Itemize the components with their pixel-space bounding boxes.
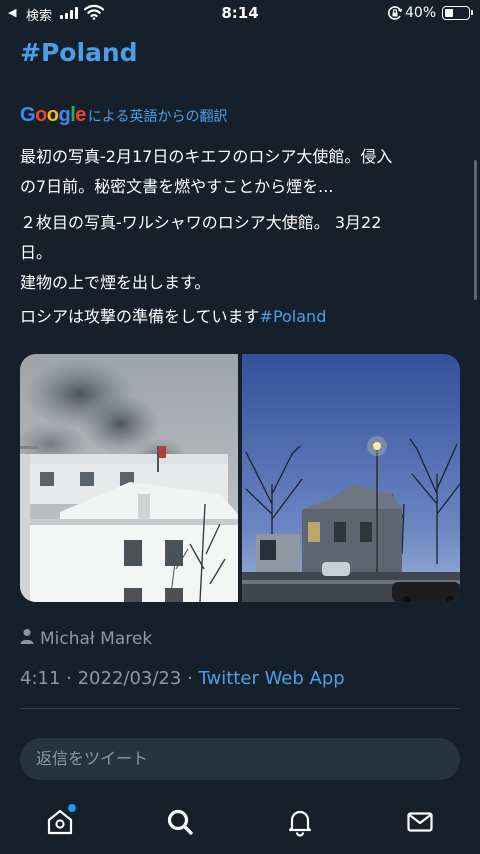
tweet-text-line: の7日前。秘密文書を燃やすことから煙を... xyxy=(20,177,334,196)
google-logo-letter: o xyxy=(35,104,47,126)
separator-dot: · xyxy=(181,668,199,689)
google-logo-letter: e xyxy=(75,104,86,126)
status-bar: ◀ 検索 8:14 40% xyxy=(0,0,480,28)
hashtag-link-poland-inline[interactable]: #Poland xyxy=(260,307,327,326)
person-icon xyxy=(20,628,34,649)
google-logo-letter: G xyxy=(20,104,36,126)
separator-dot: · xyxy=(60,668,78,689)
photo-kyiv-embassy[interactable] xyxy=(20,354,238,602)
notification-dot xyxy=(68,804,76,812)
battery-percentage: 40% xyxy=(405,5,437,21)
battery-icon xyxy=(442,6,473,20)
tweet-date: 2022/03/23 xyxy=(77,668,182,689)
google-logo-letter: o xyxy=(46,104,59,126)
divider xyxy=(20,708,460,709)
bell-icon[interactable] xyxy=(282,804,318,840)
search-icon[interactable] xyxy=(162,804,198,840)
tweet-text-line: 最初の写真-2月17日のキエフのロシア大使館。侵入 xyxy=(20,147,393,166)
tweet-text-line: 日。 xyxy=(20,243,53,262)
mail-icon[interactable] xyxy=(402,804,438,840)
translated-from-english-label[interactable]: による英語からの翻訳 xyxy=(88,106,228,126)
home-icon[interactable] xyxy=(42,804,78,840)
tweet-text-line: ロシアは攻撃の準備をしています xyxy=(20,307,260,326)
reply-input[interactable]: 返信をツイート xyxy=(20,738,460,780)
google-logo-letter: g xyxy=(58,104,71,126)
google-logo: Google xyxy=(20,104,86,127)
tweet-text-line: ２枚目の写真-ワルシャワのロシア大使館。 3月22 xyxy=(20,213,382,232)
photo-warsaw-embassy[interactable] xyxy=(242,354,460,602)
hashtag-link-poland[interactable]: #Poland xyxy=(20,38,138,67)
tweet-media-grid xyxy=(20,354,460,602)
source-app-link[interactable]: Twitter Web App xyxy=(199,668,345,689)
orientation-lock-icon xyxy=(387,5,403,25)
photo-credit[interactable]: Michał Marek xyxy=(20,628,152,649)
scrollbar[interactable] xyxy=(474,160,477,300)
tweet-time: 4:11 xyxy=(20,668,61,689)
translation-attribution: Google による英語からの翻訳 xyxy=(20,104,228,127)
bottom-tab-bar xyxy=(0,796,480,854)
tweet-paragraph-2: ２枚目の写真-ワルシャワのロシア大使館。 3月22 日。 建物の上で煙を出します… xyxy=(20,208,460,298)
tweet-text-line: 建物の上で煙を出します。 xyxy=(20,273,211,292)
photo-credit-name: Michał Marek xyxy=(40,628,153,649)
tweet-metadata: 4:11 · 2022/03/23 · Twitter Web App xyxy=(20,668,345,689)
tweet-paragraph-1: 最初の写真-2月17日のキエフのロシア大使館。侵入 の7日前。秘密文書を燃やすこ… xyxy=(20,142,460,202)
tweet-paragraph-3: ロシアは攻撃の準備をしています#Poland xyxy=(20,302,460,332)
